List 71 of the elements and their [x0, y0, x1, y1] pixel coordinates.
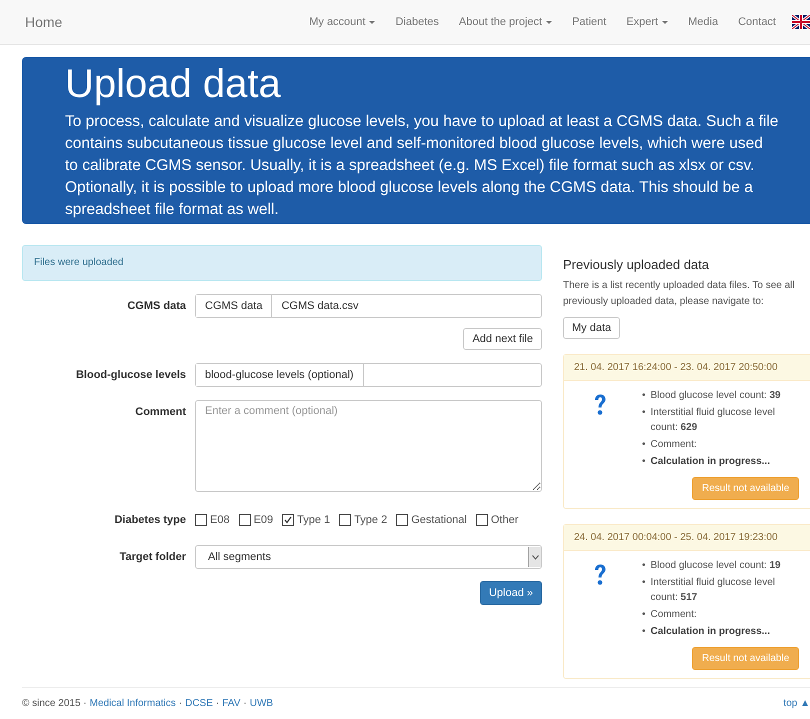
my-data-button[interactable]: My data [563, 317, 620, 339]
bullet: • [642, 438, 646, 452]
info-item: Comment: [650, 608, 697, 622]
footer-link[interactable]: UWB [250, 698, 274, 709]
info-item: Comment: [650, 438, 697, 452]
info-item: Interstitial fluid glucose level count: 517 [650, 576, 776, 605]
file-name: CGMS data.csv [280, 299, 360, 314]
field-label: Comment [134, 405, 187, 420]
file-field[interactable]: CGMS data CGMS data.csv [195, 294, 542, 318]
section-text: There is a list recently uploaded data files. To see all previously uploaded data, please navigate to: [563, 279, 796, 309]
flag-icon[interactable] [792, 15, 810, 29]
footer-link[interactable]: DCSE [185, 698, 213, 709]
checkbox[interactable] [282, 514, 294, 526]
footer-link[interactable]: Medical Informatics [90, 698, 176, 709]
bullet: • [642, 406, 646, 420]
question-icon [594, 394, 606, 416]
bullet: • [642, 559, 646, 573]
field-label: Target folder [118, 550, 187, 565]
info-item: Blood glucose level count: 39 [650, 389, 781, 403]
success-alert: Files were uploaded [22, 245, 542, 281]
home-link[interactable]: Home [25, 14, 62, 30]
nav-link[interactable]: Contact [728, 16, 786, 28]
bullet: • [642, 625, 646, 639]
status-item: Calculation in progress... [650, 455, 770, 469]
bullet: • [642, 576, 646, 590]
nav-link[interactable]: Diabetes [385, 16, 449, 28]
checkbox-label: Type 2 [354, 513, 388, 528]
file-button[interactable]: CGMS data [196, 295, 272, 317]
nav-link[interactable]: About the project [448, 16, 562, 28]
section-title: Previously uploaded data [563, 257, 710, 272]
info-item: Interstitial fluid glucose level count: 629 [650, 406, 776, 435]
checkbox-label: E09 [254, 513, 274, 528]
footer-text: © since 2015 · [22, 698, 87, 709]
checkbox[interactable] [339, 514, 352, 526]
page-title: Upload data [65, 61, 282, 107]
footer-link[interactable]: FAV [222, 698, 240, 709]
chevron-down-icon [532, 554, 538, 560]
checkbox-label: Other [490, 513, 518, 528]
file-field[interactable]: blood-glucose levels (optional) [195, 363, 542, 387]
checkbox[interactable] [396, 514, 408, 526]
nav-link[interactable]: Expert [616, 16, 678, 28]
info-item: Blood glucose level count: 19 [650, 559, 781, 573]
bullet: • [642, 455, 646, 469]
nav-link[interactable]: Media [678, 16, 728, 28]
checkbox[interactable] [238, 514, 251, 526]
nav-link[interactable]: My account [299, 16, 386, 28]
date-range: 24. 04. 2017 00:04:00 - 25. 04. 2017 19:23:00 [564, 525, 810, 551]
field-label: Diabetes type [113, 513, 187, 528]
intro-text: To process, calculate and visualize glucose levels, you have to upload at least a CGMS data. Such a file contains subcutaneous tissue glucose level and self-monitored blood glucose levels, which were used to calibrate CGMS sensor. Usually, it is a spreadsheet (e.g. MS Excel) file format such as xlsx or csv. Optionally, it is possible to upload more blood glucose levels along the CGMS data. This should be a spreadsheet file format as well. [65, 112, 780, 220]
field-label: Blood-glucose levels [74, 368, 187, 383]
status-item: Calculation in progress... [650, 625, 770, 639]
question-icon [594, 564, 606, 586]
date-range: 21. 04. 2017 16:24:00 - 23. 04. 2017 20:50:00 [564, 355, 810, 381]
checkbox-label: E08 [210, 513, 230, 528]
bullet: • [642, 608, 646, 622]
top-link[interactable]: top ▲ [783, 698, 810, 709]
footer-text: · [216, 698, 220, 709]
bullet: • [642, 389, 646, 403]
checkbox-label: Type 1 [297, 513, 330, 528]
comment-field[interactable]: Enter a comment (optional) [195, 400, 542, 492]
checkbox[interactable] [195, 514, 207, 526]
checkbox-label: Gestational [411, 513, 467, 528]
nav-link[interactable]: Patient [562, 16, 616, 28]
checkbox[interactable] [476, 514, 488, 526]
field-label: CGMS data [126, 299, 187, 314]
footer-text: · [243, 698, 247, 709]
footer-text: · [178, 698, 182, 709]
folder-select[interactable]: All segments [195, 545, 542, 569]
upload-button[interactable]: Upload » [480, 581, 542, 605]
file-button[interactable]: blood-glucose levels (optional) [196, 364, 364, 386]
add-file-button[interactable]: Add next file [463, 328, 542, 350]
